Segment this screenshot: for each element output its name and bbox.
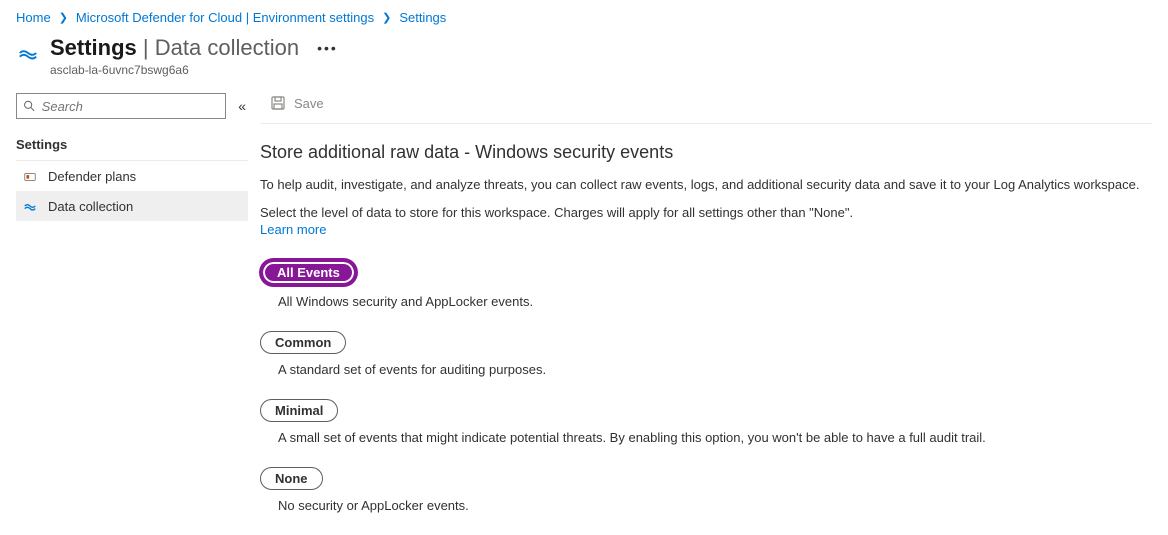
breadcrumb: Home ❯ Microsoft Defender for Cloud | En…: [0, 0, 1168, 31]
section-title: Store additional raw data - Windows secu…: [260, 142, 1152, 163]
breadcrumb-settings[interactable]: Settings: [399, 10, 446, 25]
option-all-events[interactable]: All Events: [260, 259, 357, 286]
sidebar-section-title: Settings: [16, 133, 248, 161]
search-icon: [23, 99, 36, 113]
learn-more-link[interactable]: Learn more: [260, 222, 1152, 237]
event-level-options: All Events All Windows security and AppL…: [260, 259, 1152, 513]
option-none-desc: No security or AppLocker events.: [278, 498, 1152, 513]
chevron-right-icon: ❯: [382, 11, 391, 24]
save-button-label: Save: [294, 96, 324, 111]
page-header: Settings | Data collection ••• asclab-la…: [0, 31, 1168, 85]
option-minimal[interactable]: Minimal: [260, 399, 338, 422]
option-none[interactable]: None: [260, 467, 323, 490]
chevron-right-icon: ❯: [59, 11, 68, 24]
option-common[interactable]: Common: [260, 331, 346, 354]
option-all-events-desc: All Windows security and AppLocker event…: [278, 294, 1152, 309]
defender-plans-icon: [22, 168, 38, 184]
resource-name: asclab-la-6uvnc7bswg6a6: [50, 63, 338, 77]
more-actions-button[interactable]: •••: [317, 40, 338, 56]
toolbar: Save: [260, 93, 1152, 124]
data-collection-icon: [22, 198, 38, 214]
section-description-2: Select the level of data to store for th…: [260, 203, 1152, 223]
save-button[interactable]: Save: [266, 93, 328, 113]
sidebar: « Settings Defender plans Data collectio…: [16, 85, 248, 535]
workspace-icon: [16, 41, 40, 65]
sidebar-item-data-collection[interactable]: Data collection: [16, 191, 248, 221]
collapse-sidebar-button[interactable]: «: [236, 96, 248, 116]
main-content: Save Store additional raw data - Windows…: [260, 85, 1152, 535]
search-input-wrapper[interactable]: [16, 93, 226, 119]
option-common-desc: A standard set of events for auditing pu…: [278, 362, 1152, 377]
sidebar-item-label: Data collection: [48, 199, 133, 214]
page-title: Settings | Data collection: [50, 35, 299, 61]
breadcrumb-home[interactable]: Home: [16, 10, 51, 25]
section-description-1: To help audit, investigate, and analyze …: [260, 175, 1152, 195]
sidebar-item-label: Defender plans: [48, 169, 136, 184]
save-icon: [270, 95, 286, 111]
sidebar-item-defender-plans[interactable]: Defender plans: [16, 161, 248, 191]
option-minimal-desc: A small set of events that might indicat…: [278, 430, 1152, 445]
search-input[interactable]: [42, 99, 220, 114]
breadcrumb-env-settings[interactable]: Microsoft Defender for Cloud | Environme…: [76, 10, 374, 25]
